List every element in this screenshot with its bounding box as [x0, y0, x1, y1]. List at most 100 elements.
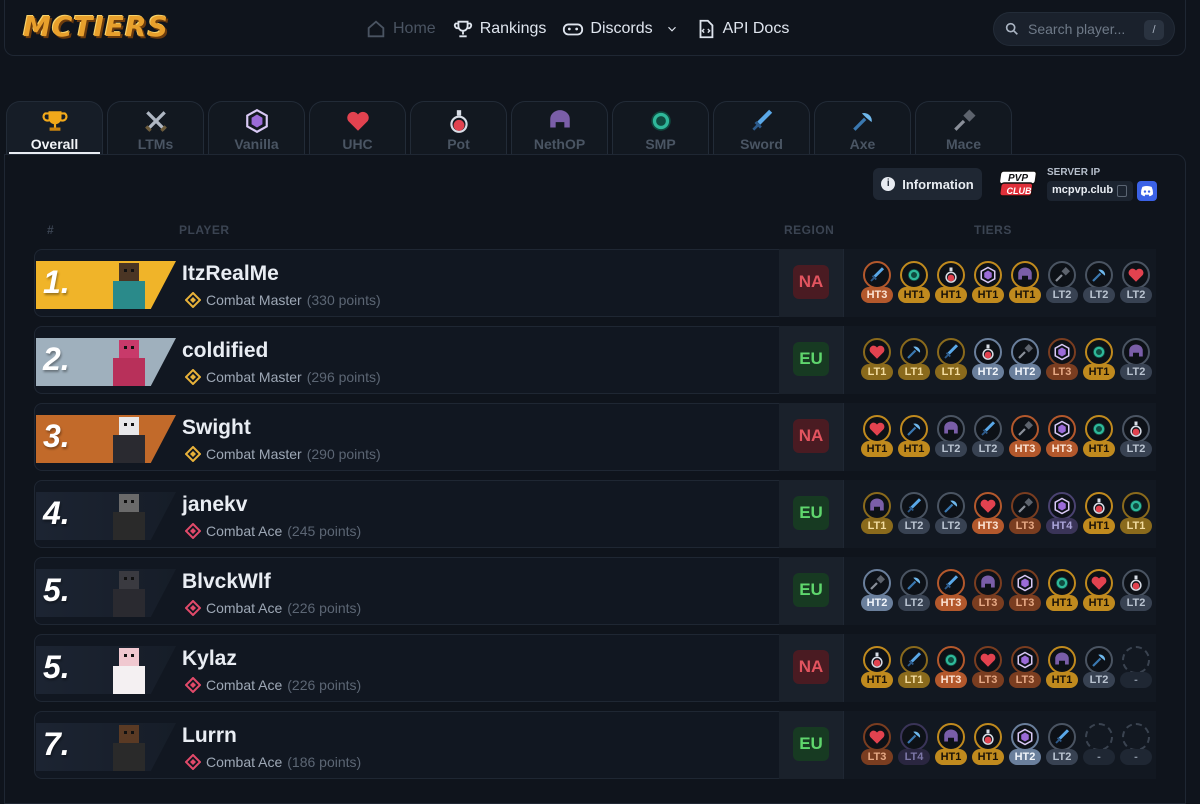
tier-slot[interactable]: LT2: [1120, 336, 1152, 386]
tier-slot[interactable]: LT1: [898, 336, 930, 386]
tier-slot[interactable]: LT1: [935, 336, 967, 386]
tier-slot[interactable]: LT2: [1083, 259, 1115, 309]
tier-slot[interactable]: LT3: [1009, 567, 1041, 617]
tier-slot[interactable]: LT2: [1083, 644, 1115, 694]
tier-badge: LT3: [972, 672, 1004, 688]
search-input[interactable]: [1028, 21, 1138, 37]
tab-sword[interactable]: Sword: [713, 101, 810, 154]
server-ip-field[interactable]: mcpvp.club: [1047, 181, 1133, 201]
tier-slot[interactable]: HT3: [935, 567, 967, 617]
tier-slot[interactable]: HT2: [1009, 336, 1041, 386]
tier-slot[interactable]: HT1: [898, 413, 930, 463]
tab-axe[interactable]: Axe: [814, 101, 911, 154]
tier-slot[interactable]: HT1: [1046, 644, 1078, 694]
player-name[interactable]: coldified: [182, 339, 268, 363]
tier-slot[interactable]: HT1: [972, 721, 1004, 771]
title-text: Combat Ace: [206, 600, 283, 616]
tier-slot[interactable]: HT1: [935, 721, 967, 771]
tier-slot[interactable]: LT2: [898, 490, 930, 540]
tier-slot[interactable]: HT3: [935, 644, 967, 694]
tier-slot[interactable]: LT2: [972, 413, 1004, 463]
tier-slot[interactable]: HT2: [861, 567, 893, 617]
player-name[interactable]: Swight: [182, 416, 251, 440]
player-row[interactable]: 5. Kylaz Combat Ace (226 points) NA HT1 …: [34, 634, 1156, 702]
tab-mace[interactable]: Mace: [915, 101, 1012, 154]
player-row[interactable]: 3. Swight Combat Master (290 points) NA …: [34, 403, 1156, 471]
tier-slot[interactable]: HT1: [898, 259, 930, 309]
tab-ltms[interactable]: LTMs: [107, 101, 204, 154]
tier-slot[interactable]: HT3: [1046, 413, 1078, 463]
tab-uhc[interactable]: UHC: [309, 101, 406, 154]
tier-slot[interactable]: LT3: [861, 721, 893, 771]
tier-slot[interactable]: HT1: [1083, 336, 1115, 386]
player-name[interactable]: janekv: [182, 493, 247, 517]
player-name[interactable]: Lurrn: [182, 724, 237, 748]
tier-slot[interactable]: LT2: [1046, 721, 1078, 771]
tier-slot[interactable]: LT1: [1120, 490, 1152, 540]
discord-button[interactable]: [1137, 181, 1157, 201]
player-avatar: [113, 571, 145, 617]
tier-slot[interactable]: HT1: [1083, 413, 1115, 463]
tier-slot[interactable]: LT2: [935, 413, 967, 463]
tier-slot[interactable]: LT3: [1009, 644, 1041, 694]
tier-slot[interactable]: HT1: [1009, 259, 1041, 309]
player-row[interactable]: 5. BlvckWlf Combat Ace (226 points) EU H…: [34, 557, 1156, 625]
nav-home[interactable]: Home: [365, 16, 436, 42]
tier-slot[interactable]: HT1: [972, 259, 1004, 309]
tier-slot[interactable]: LT2: [1120, 413, 1152, 463]
tier-slot[interactable]: HT3: [972, 490, 1004, 540]
player-row[interactable]: 7. Lurrn Combat Ace (186 points) EU LT3 …: [34, 711, 1156, 779]
tier-slot[interactable]: LT1: [898, 644, 930, 694]
tab-smp[interactable]: SMP: [612, 101, 709, 154]
tier-slot[interactable]: HT1: [1083, 567, 1115, 617]
tier-slot[interactable]: HT3: [1009, 413, 1041, 463]
player-title: Combat Ace (186 points): [185, 754, 361, 770]
tiers-cell: LT1 LT2 LT2 HT3 LT3 HT4 HT1 LT1: [843, 480, 1156, 548]
player-name[interactable]: Kylaz: [182, 647, 237, 671]
copy-icon[interactable]: [1117, 185, 1127, 197]
tab-overall[interactable]: Overall: [6, 101, 103, 154]
tab-nethop[interactable]: NethOP: [511, 101, 608, 154]
player-row[interactable]: 2. coldified Combat Master (296 points) …: [34, 326, 1156, 394]
tier-slot[interactable]: HT1: [861, 644, 893, 694]
tier-slot[interactable]: HT1: [935, 259, 967, 309]
tier-slot[interactable]: LT3: [972, 567, 1004, 617]
tier-badge: LT2: [1120, 441, 1152, 457]
tab-vanilla[interactable]: Vanilla: [208, 101, 305, 154]
tier-slot[interactable]: LT2: [898, 567, 930, 617]
tier-slot[interactable]: LT3: [1046, 336, 1078, 386]
tier-slot[interactable]: LT2: [935, 490, 967, 540]
svg-text:PVP: PVP: [1008, 173, 1028, 184]
title-text: Combat Master: [206, 446, 302, 462]
nav-api-docs[interactable]: API Docs: [695, 16, 790, 42]
tier-slot[interactable]: LT4: [898, 721, 930, 771]
points-text: (226 points): [287, 677, 362, 693]
nav-discords[interactable]: Discords: [562, 16, 678, 42]
tier-slot[interactable]: LT2: [1120, 259, 1152, 309]
site-logo[interactable]: MCTIERS: [23, 10, 169, 43]
tier-slot[interactable]: HT3: [861, 259, 893, 309]
tier-slot[interactable]: LT2: [1120, 567, 1152, 617]
tier-slot[interactable]: LT1: [861, 336, 893, 386]
tier-slot[interactable]: HT4: [1046, 490, 1078, 540]
tier-slot[interactable]: HT2: [972, 336, 1004, 386]
tier-slot[interactable]: HT1: [1083, 490, 1115, 540]
player-name[interactable]: ItzRealMe: [182, 262, 279, 286]
tier-slot[interactable]: HT2: [1009, 721, 1041, 771]
nav-api-docs-label: API Docs: [722, 20, 790, 37]
ender-pearl-icon: [1085, 338, 1113, 366]
player-name[interactable]: BlvckWlf: [182, 570, 271, 594]
potion-icon: [1085, 492, 1113, 520]
player-row[interactable]: 4. janekv Combat Ace (245 points) EU LT1: [34, 480, 1156, 548]
nav-rankings[interactable]: Rankings: [452, 16, 546, 42]
tier-slot[interactable]: HT1: [1046, 567, 1078, 617]
player-row[interactable]: 1. ItzRealMe Combat Master (330 points) …: [34, 249, 1156, 317]
information-button[interactable]: i Information: [873, 168, 982, 200]
tier-slot[interactable]: LT2: [1046, 259, 1078, 309]
tier-slot[interactable]: HT1: [861, 413, 893, 463]
tier-badge: HT1: [1083, 518, 1115, 534]
tier-slot[interactable]: LT3: [1009, 490, 1041, 540]
tier-slot[interactable]: LT3: [972, 644, 1004, 694]
tab-pot[interactable]: Pot: [410, 101, 507, 154]
tier-slot[interactable]: LT1: [861, 490, 893, 540]
